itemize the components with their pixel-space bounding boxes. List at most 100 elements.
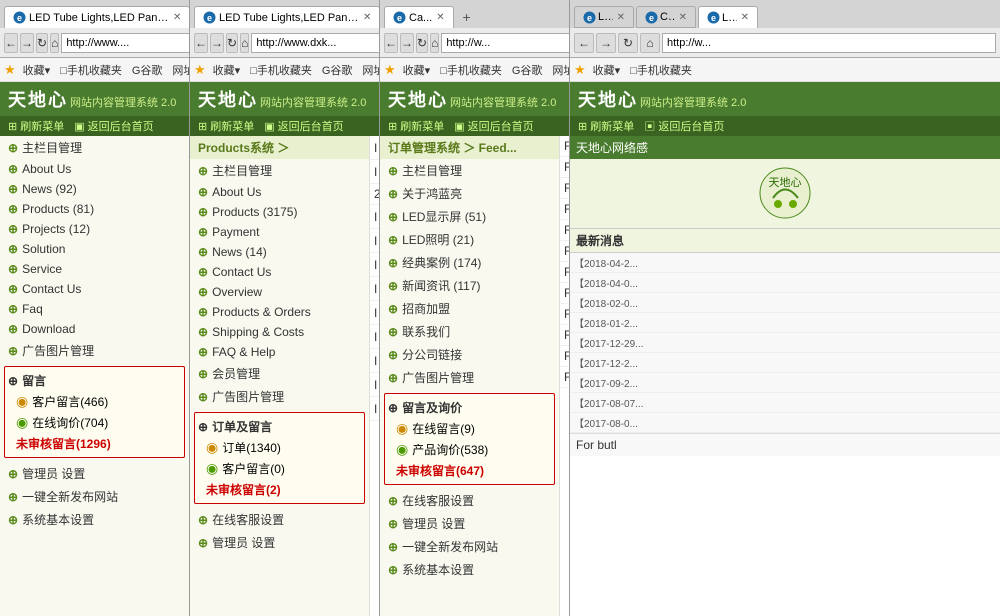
address-input-4[interactable] bbox=[662, 33, 996, 53]
tab-4-car-close[interactable]: ✕ bbox=[679, 12, 687, 23]
s3-item-2[interactable]: ⊕LED显示屏 (51) bbox=[380, 205, 559, 228]
content-item-2-10[interactable]: Inquiry for 【60W... bbox=[370, 373, 379, 397]
content-item-2-6[interactable]: Inquiry for 【80W... bbox=[370, 277, 379, 301]
s2-sec-item-0[interactable]: ◉订单(1340) bbox=[198, 437, 361, 458]
date-item-8[interactable]: 【2017-08-0... bbox=[570, 413, 1000, 433]
tab-4-led-close[interactable]: ✕ bbox=[617, 12, 625, 23]
s2-item-1[interactable]: ⊕About Us bbox=[190, 182, 369, 202]
s3-bot-2[interactable]: ⊕一键全新发布网站 bbox=[380, 535, 559, 558]
back-btn-1[interactable]: ← bbox=[4, 33, 18, 53]
back-btn-2[interactable]: ← bbox=[194, 33, 208, 53]
s3-bot-1[interactable]: ⊕管理员 设置 bbox=[380, 512, 559, 535]
content-item-2-2[interactable]: 200W LED High l... bbox=[370, 184, 379, 205]
content-item-2-3[interactable]: Inquiry for 【200... bbox=[370, 205, 379, 229]
bk-wangzhi-2[interactable]: 网址大全 bbox=[359, 61, 379, 79]
sidebar-publish-1[interactable]: ⊕一键全新发布网站 bbox=[0, 485, 189, 508]
bk-google-1[interactable]: G谷歌 bbox=[129, 61, 166, 79]
forward-btn-3[interactable]: → bbox=[400, 33, 414, 53]
s2-sec-item-1[interactable]: ◉客户留言(0) bbox=[198, 458, 361, 479]
s2-item-8[interactable]: ⊕Shipping & Costs bbox=[190, 322, 369, 342]
content-item-2-11[interactable]: Inquiry for 【40W... bbox=[370, 397, 379, 421]
s2-item-9[interactable]: ⊕FAQ & Help bbox=[190, 342, 369, 362]
s3-item-8[interactable]: ⊕分公司链接 bbox=[380, 343, 559, 366]
address-input-2[interactable] bbox=[251, 33, 380, 53]
date-item-7[interactable]: 【2017-08-07... bbox=[570, 393, 1000, 413]
cms-back-3[interactable]: ▣ 返回后台首页 bbox=[454, 118, 533, 134]
content-item-2-5[interactable]: Inquiry for 【120... bbox=[370, 253, 379, 277]
date-item-2[interactable]: 【2018-02-0... bbox=[570, 293, 1000, 313]
bk-phone-1[interactable]: □手机收藏夹 bbox=[57, 61, 125, 79]
home-btn-3[interactable]: ⌂ bbox=[430, 33, 439, 53]
cms-refresh-2[interactable]: ⊞ 刷新菜单 bbox=[198, 118, 254, 134]
content-item-3-9[interactable]: For F-ord Mercury 3... bbox=[560, 325, 569, 346]
bk-shoucan-2[interactable]: 收藏▾ bbox=[210, 61, 244, 79]
tab-4-led2-close[interactable]: ✕ bbox=[741, 12, 749, 23]
bk-shoucan-3[interactable]: 收藏▾ bbox=[400, 61, 434, 79]
bk-shoucan-1[interactable]: 收藏▾ bbox=[20, 61, 54, 79]
content-item-2-0[interactable]: Inquiry for 【200... bbox=[370, 136, 379, 160]
date-item-3[interactable]: 【2018-01-2... bbox=[570, 313, 1000, 333]
cms-refresh-1[interactable]: ⊞ 刷新菜单 bbox=[8, 118, 64, 134]
s3-item-1[interactable]: ⊕关于鸿蓝亮 bbox=[380, 182, 559, 205]
s2-bot-0[interactable]: ⊕在线客服设置 bbox=[190, 508, 369, 531]
content-item-3-3[interactable]: For F-ord 4 button re... bbox=[560, 199, 569, 220]
s2-item-2[interactable]: ⊕Products (3175) bbox=[190, 202, 369, 222]
content-item-2-8[interactable]: Inquiry for 【140... bbox=[370, 325, 379, 349]
sidebar-aboutus-1[interactable]: ⊕About Us bbox=[0, 159, 189, 179]
sidebar-settings-1[interactable]: ⊕系统基本设置 bbox=[0, 508, 189, 531]
content-item-2-1[interactable]: Inquiry for 【200... bbox=[370, 160, 379, 184]
sidebar-projects-1[interactable]: ⊕Projects (12) bbox=[0, 219, 189, 239]
sidebar-download-1[interactable]: ⊕Download bbox=[0, 319, 189, 339]
content-item-3-7[interactable]: For F-ord 3 button re... bbox=[560, 283, 569, 304]
s2-bot-1[interactable]: ⊕管理员 设置 bbox=[190, 531, 369, 554]
sidebar-products-1[interactable]: ⊕Products (81) bbox=[0, 199, 189, 219]
date-item-6[interactable]: 【2017-09-2... bbox=[570, 373, 1000, 393]
home-btn-4[interactable]: ⌂ bbox=[640, 33, 660, 53]
s3-item-7[interactable]: ⊕联系我们 bbox=[380, 320, 559, 343]
s2-item-5[interactable]: ⊕Contact Us bbox=[190, 262, 369, 282]
bk-google-2[interactable]: G谷歌 bbox=[319, 61, 356, 79]
s3-item-5[interactable]: ⊕新闻资讯 (117) bbox=[380, 274, 559, 297]
cms-refresh-3[interactable]: ⊞ 刷新菜单 bbox=[388, 118, 444, 134]
home-btn-1[interactable]: ⌂ bbox=[50, 33, 59, 53]
back-btn-3[interactable]: ← bbox=[384, 33, 398, 53]
section-item-3-red[interactable]: 未审核留言(1296) bbox=[8, 433, 181, 454]
s3-item-6[interactable]: ⊕招商加盟 bbox=[380, 297, 559, 320]
bk-wangzhi-3[interactable]: 网址大全 bbox=[549, 61, 569, 79]
content-item-3-10[interactable]: For B-MW Mini 2 but... bbox=[560, 346, 569, 367]
s3-item-9[interactable]: ⊕广告图片管理 bbox=[380, 366, 559, 389]
bk-phone-3[interactable]: □手机收藏夹 bbox=[437, 61, 505, 79]
s3-item-0[interactable]: ⊕主栏目管理 bbox=[380, 159, 559, 182]
s2-item-0[interactable]: ⊕主栏目管理 bbox=[190, 159, 369, 182]
content-item-2-4[interactable]: Inquiry for 【200... bbox=[370, 229, 379, 253]
refresh-btn-1[interactable]: ↻ bbox=[36, 33, 48, 53]
s2-item-7[interactable]: ⊕Products & Orders bbox=[190, 302, 369, 322]
tab-4-car[interactable]: e Car ✕ bbox=[636, 6, 696, 28]
s2-item-10[interactable]: ⊕会员管理 bbox=[190, 362, 369, 385]
address-input-3[interactable] bbox=[441, 33, 570, 53]
content-item-3-5[interactable]: For C-hevrolet transp... bbox=[560, 241, 569, 262]
back-btn-4[interactable]: ← bbox=[574, 33, 594, 53]
s2-sec-item-2-red[interactable]: 未审核留言(2) bbox=[198, 479, 361, 500]
sidebar-contactus-1[interactable]: ⊕Contact Us bbox=[0, 279, 189, 299]
content-item-3-2[interactable]: For F-ord 3 button re... bbox=[560, 178, 569, 199]
s2-item-6[interactable]: ⊕Overview bbox=[190, 282, 369, 302]
new-tab-btn-3[interactable]: + bbox=[456, 6, 478, 28]
s3-bot-3[interactable]: ⊕系统基本设置 bbox=[380, 558, 559, 581]
home-btn-2[interactable]: ⌂ bbox=[240, 33, 249, 53]
tab-1-active[interactable]: e LED Tube Lights,LED Panel Li... ✕ bbox=[4, 6, 190, 28]
s3-bot-0[interactable]: ⊕在线客服设置 bbox=[380, 489, 559, 512]
s2-item-4[interactable]: ⊕News (14) bbox=[190, 242, 369, 262]
bk-phone-2[interactable]: □手机收藏夹 bbox=[247, 61, 315, 79]
bk-phone-4[interactable]: □手机收藏夹 bbox=[627, 61, 695, 79]
s2-item-3[interactable]: ⊕Payment bbox=[190, 222, 369, 242]
cms-back-2[interactable]: ▣ 返回后台首页 bbox=[264, 118, 343, 134]
sidebar-zhulmu-1[interactable]: ⊕主栏目管理 bbox=[0, 136, 189, 159]
section-item-1[interactable]: ◉客户留言(466) bbox=[8, 391, 181, 412]
cms-refresh-4[interactable]: ⊞ 刷新菜单 bbox=[578, 118, 634, 134]
cms-back-4[interactable]: ▣ 返回后台首页 bbox=[644, 118, 724, 134]
tab-1-close[interactable]: ✕ bbox=[173, 12, 181, 23]
date-item-4[interactable]: 【2017-12-29... bbox=[570, 333, 1000, 353]
refresh-btn-4[interactable]: ↻ bbox=[618, 33, 638, 53]
content-item-3-6[interactable]: For C-hevrolet Aveo... bbox=[560, 262, 569, 283]
